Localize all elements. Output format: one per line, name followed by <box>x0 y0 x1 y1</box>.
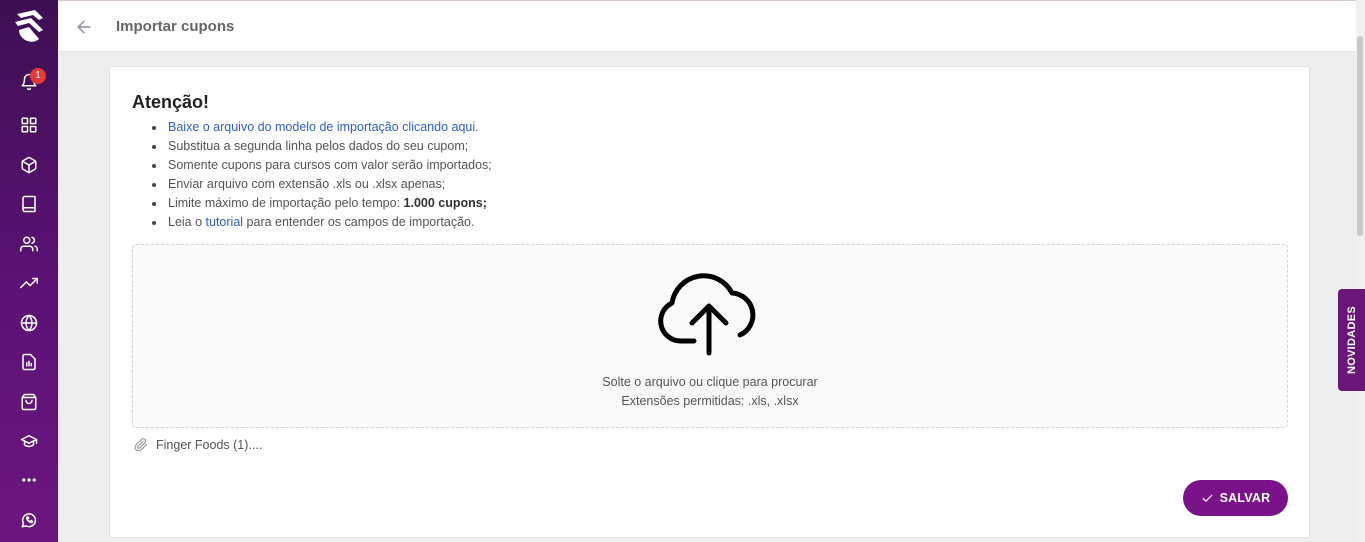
sidebar-item-whatsapp[interactable] <box>0 500 58 540</box>
box-icon <box>21 156 37 174</box>
read-prefix: Leia o <box>168 215 206 229</box>
book-icon <box>22 195 36 213</box>
whatsapp-icon <box>21 513 37 528</box>
list-item: Leia o tutorial para entender os campos … <box>146 213 492 232</box>
sidebar-item-store[interactable] <box>0 382 58 422</box>
globe-icon <box>20 314 38 332</box>
sidebar-item-courses[interactable] <box>0 184 58 224</box>
save-button[interactable]: SALVAR <box>1183 480 1288 516</box>
file-dropzone[interactable]: Solte o arquivo ou clique para procurar … <box>132 244 1288 428</box>
novidades-tab[interactable]: NOVIDADES <box>1338 289 1365 391</box>
notice-list: Baixe o arquivo do modelo de importação … <box>146 118 492 232</box>
file-name: Finger Foods (1).... <box>156 438 263 452</box>
sidebar-item-products[interactable] <box>0 145 58 185</box>
sidebar-item-users[interactable] <box>0 224 58 264</box>
attached-file[interactable]: Finger Foods (1).... <box>134 436 262 454</box>
page-title: Importar cupons <box>116 18 235 35</box>
novidades-label: NOVIDADES <box>1345 305 1358 375</box>
dropzone-instruction: Solte o arquivo ou clique para procurar <box>602 375 818 389</box>
scrollbar-thumb[interactable] <box>1357 36 1363 236</box>
dropzone-extensions: Extensões permitidas: .xls, .xlsx <box>621 394 799 408</box>
sidebar-item-school[interactable] <box>0 421 58 461</box>
list-item: Limite máximo de importação pelo tempo: … <box>146 194 492 213</box>
graduation-cap-icon <box>20 435 38 448</box>
sidebar-item-sales[interactable] <box>0 263 58 303</box>
read-suffix: para entender os campos de importação. <box>243 215 475 229</box>
sidebar-item-more[interactable] <box>0 460 58 500</box>
report-icon <box>22 353 36 371</box>
cloud-upload-icon <box>656 263 762 363</box>
save-button-label: SALVAR <box>1219 491 1271 505</box>
sidebar-item-reports[interactable] <box>0 342 58 382</box>
list-item: Enviar arquivo com extensão .xls ou .xls… <box>146 175 492 194</box>
list-item: Baixe o arquivo do modelo de importação … <box>146 118 492 137</box>
sidebar-item-notifications[interactable]: 1 <box>0 62 58 102</box>
arrow-left-icon <box>77 20 91 34</box>
limit-text: Limite máximo de importação pelo tempo: <box>168 196 404 210</box>
users-icon <box>20 236 38 252</box>
trending-up-icon <box>20 277 38 289</box>
sidebar: 1 <box>0 0 58 542</box>
download-template-link[interactable]: Baixe o arquivo do modelo de importação … <box>168 120 479 134</box>
list-item: Substitua a segunda linha pelos dados do… <box>146 137 492 156</box>
list-item: Somente cupons para cursos com valor ser… <box>146 156 492 175</box>
import-card: Atenção! Baixe o arquivo do modelo de im… <box>109 66 1310 538</box>
more-icon <box>22 478 36 482</box>
limit-value: 1.000 cupons; <box>403 196 487 210</box>
grid-icon <box>21 117 37 133</box>
check-icon <box>1202 494 1213 502</box>
notice-title: Atenção! <box>132 92 210 112</box>
notification-badge: 1 <box>30 68 46 84</box>
shopping-bag-icon <box>21 393 37 411</box>
top-bar: Importar cupons <box>58 0 1363 52</box>
back-button[interactable] <box>74 17 94 37</box>
tutorial-link[interactable]: tutorial <box>206 215 244 229</box>
paperclip-icon <box>134 438 148 452</box>
sidebar-item-site[interactable] <box>0 303 58 343</box>
brand-logo[interactable] <box>9 6 49 46</box>
sidebar-item-dashboard[interactable] <box>0 105 58 145</box>
